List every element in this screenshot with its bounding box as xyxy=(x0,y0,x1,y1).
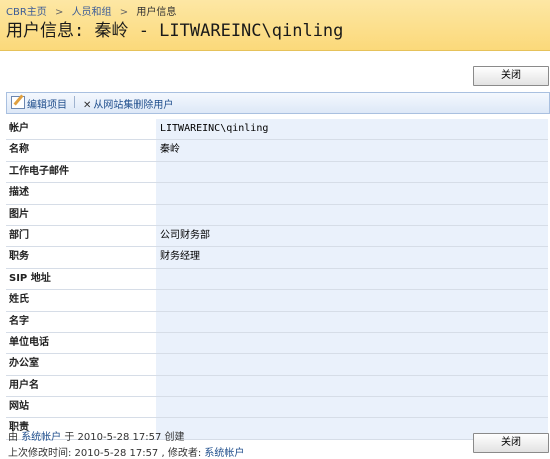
field-row: 名字 xyxy=(6,311,548,333)
field-value xyxy=(156,204,548,225)
close-button-bottom[interactable]: 关闭 xyxy=(473,433,549,453)
field-row: 图片 xyxy=(6,204,548,226)
field-value: 秦岭 xyxy=(156,140,548,161)
field-label: 名称 xyxy=(6,140,159,161)
field-value xyxy=(156,397,548,418)
created-by-link[interactable]: 系统帐户 xyxy=(21,432,61,443)
toolbar-divider xyxy=(74,96,75,108)
field-row: 工作电子邮件 xyxy=(6,161,548,184)
field-row: 姓氏 xyxy=(6,290,548,312)
field-label: SIP 地址 xyxy=(6,268,159,290)
field-value: LITWAREINC\qinling xyxy=(156,119,548,140)
field-row: 描述 xyxy=(6,183,548,205)
field-row: 用户名 xyxy=(6,375,548,398)
created-info: 由 系统帐户 于 2010-5-28 17:57 创建 xyxy=(8,432,185,444)
close-button-top[interactable]: 关闭 xyxy=(473,66,549,86)
field-label: 描述 xyxy=(6,183,159,204)
field-label: 帐户 xyxy=(6,119,159,140)
created-suffix: 创建 xyxy=(164,432,185,443)
remove-user-button[interactable]: ✕ 从网站集删除用户 xyxy=(83,96,173,111)
field-label: 姓氏 xyxy=(6,290,159,311)
field-value xyxy=(156,375,548,397)
field-value: 财务经理 xyxy=(156,247,548,268)
field-row: 单位电话 xyxy=(6,332,548,355)
edit-item-button[interactable]: 编辑项目 xyxy=(11,96,67,111)
field-row: 办公室 xyxy=(6,354,548,376)
page-title: 用户信息: 秦岭 - LITWAREINC\qinling xyxy=(6,21,344,41)
field-row: 职务 财务经理 xyxy=(6,247,548,269)
field-row: 部门 公司财务部 xyxy=(6,225,548,248)
field-label: 名字 xyxy=(6,311,159,332)
user-info-table: 帐户 LITWAREINC\qinling 名称 秦岭 工作电子邮件 描述 图片 部… xyxy=(6,119,548,440)
field-value: 公司财务部 xyxy=(156,225,548,247)
page-header: CBR主页 > 人员和组 > 用户信息 用户信息: 秦岭 - LITWAREIN… xyxy=(0,0,550,51)
field-value xyxy=(156,354,548,375)
field-value xyxy=(156,161,548,183)
field-label: 部门 xyxy=(6,225,159,247)
field-row: 名称 秦岭 xyxy=(6,140,548,162)
created-prefix: 由 xyxy=(8,432,18,443)
field-value xyxy=(156,311,548,332)
modified-info: 上次修改时间: 2010-5-28 17:57 , 修改者: 系统帐户 xyxy=(8,444,244,459)
field-label: 职务 xyxy=(6,247,159,268)
delete-icon: ✕ xyxy=(83,100,92,111)
field-label: 单位电话 xyxy=(6,332,159,354)
field-label: 用户名 xyxy=(6,375,159,397)
field-value xyxy=(156,290,548,311)
field-row: 网站 xyxy=(6,397,548,419)
field-value xyxy=(156,332,548,354)
field-label: 办公室 xyxy=(6,354,159,375)
edit-item-label: 编辑项目 xyxy=(27,100,67,111)
created-at: 于 2010-5-28 17:57 xyxy=(64,432,162,443)
field-label: 图片 xyxy=(6,204,159,225)
field-value xyxy=(156,183,548,204)
field-label: 工作电子邮件 xyxy=(6,161,159,183)
field-label: 网站 xyxy=(6,397,159,418)
field-row: 帐户 LITWAREINC\qinling xyxy=(6,119,548,141)
edit-icon xyxy=(11,96,25,109)
field-value xyxy=(156,268,548,290)
toolbar: 编辑项目 ✕ 从网站集删除用户 xyxy=(6,92,550,114)
remove-user-label: 从网站集删除用户 xyxy=(93,100,174,111)
field-row: SIP 地址 xyxy=(6,268,548,291)
